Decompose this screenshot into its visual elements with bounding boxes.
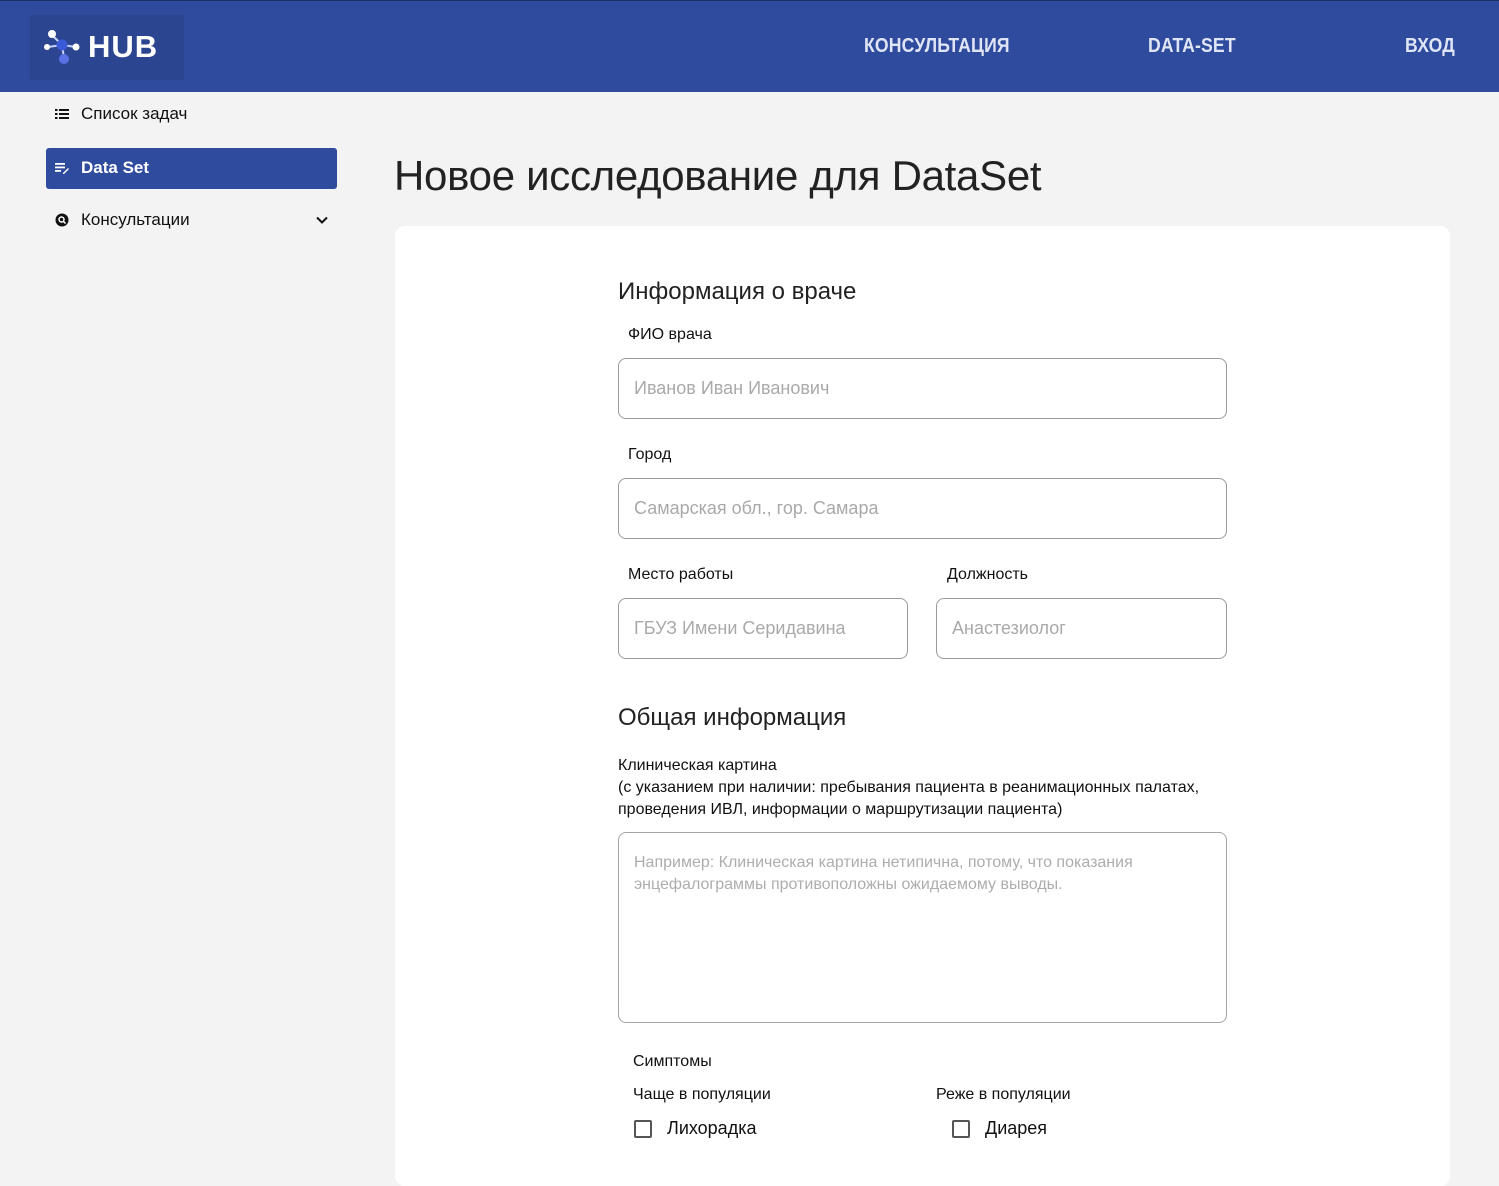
symptoms-title: Симптомы (633, 1053, 712, 1070)
general-info-title: Общая информация (618, 704, 847, 731)
sidebar-item-data-set[interactable]: Data Set (46, 148, 337, 189)
sidebar-item-task-list[interactable]: Список задач (46, 94, 337, 135)
top-nav-bar: HUB КОНСУЛЬТАЦИЯ DATA-SET ВХОД (0, 0, 1499, 92)
city-label: Город (628, 446, 672, 463)
hub-logo[interactable]: HUB (30, 15, 184, 80)
clinical-picture-label: Клиническая картина (с указанием при нал… (618, 755, 1258, 821)
symptom-fever-option[interactable]: Лихорадка (634, 1118, 756, 1139)
molecule-icon (44, 30, 80, 64)
list-icon (55, 109, 69, 119)
chevron-down-icon[interactable] (315, 213, 329, 227)
rare-column-title: Реже в популяции (936, 1086, 1071, 1103)
edit-note-icon (55, 163, 69, 174)
city-input[interactable] (618, 478, 1227, 539)
clinical-picture-textarea[interactable] (618, 832, 1227, 1023)
sidebar-item-consultations[interactable]: Консультации (46, 200, 337, 241)
symptom-label: Лихорадка (667, 1118, 757, 1138)
sidebar-item-label: Список задач (81, 104, 188, 123)
position-input[interactable] (936, 598, 1227, 659)
doctor-info-title: Информация о враче (618, 278, 857, 305)
fio-input[interactable] (618, 358, 1227, 419)
logo-text: HUB (88, 29, 159, 64)
position-label: Должность (947, 566, 1028, 583)
page-title: Новое исследование для DataSet (394, 152, 1042, 199)
nav-login-link[interactable]: ВХОД (1405, 35, 1455, 58)
symptom-diarrhea-option[interactable]: Диарея (952, 1118, 1047, 1139)
sidebar-item-label: Консультации (81, 210, 190, 229)
search-bubble-icon (55, 213, 69, 227)
nav-consultation-link[interactable]: КОНСУЛЬТАЦИЯ (864, 35, 1010, 58)
clinical-title: Клиническая картина (618, 757, 777, 774)
sidebar-item-label: Data Set (81, 158, 150, 177)
workplace-input[interactable] (618, 598, 908, 659)
symptom-label: Диарея (985, 1118, 1048, 1138)
workplace-label: Место работы (628, 566, 734, 583)
clinical-note: (с указанием при наличии: пребывания пац… (618, 779, 1200, 818)
fever-checkbox[interactable] (634, 1119, 652, 1138)
fio-label: ФИО врача (628, 326, 712, 343)
diarrhea-checkbox[interactable] (952, 1119, 970, 1138)
frequent-column-title: Чаще в популяции (633, 1086, 771, 1103)
nav-dataset-link[interactable]: DATA-SET (1148, 35, 1236, 58)
